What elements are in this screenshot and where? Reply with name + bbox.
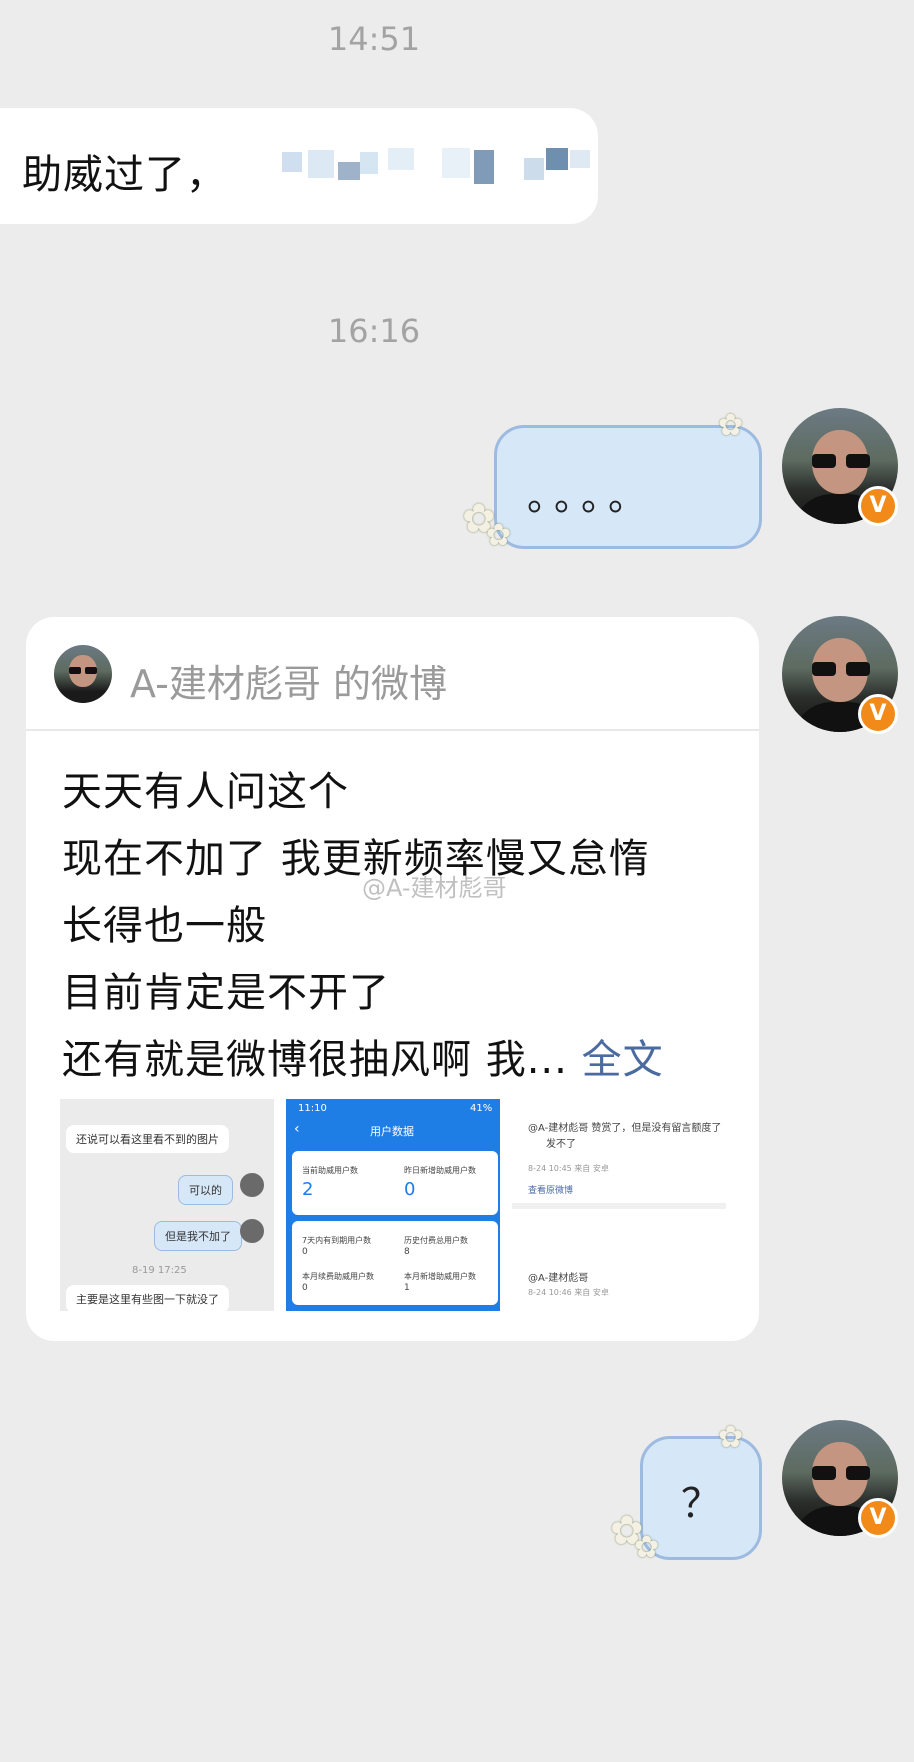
mini-label: 7天内有到期用户数 xyxy=(302,1236,372,1245)
mini-status-time: 11:10 xyxy=(298,1103,327,1114)
post-line: 目前肯定是不开了 xyxy=(62,970,390,1016)
verified-badge: V xyxy=(858,1498,898,1538)
sent-message-bubble[interactable]: 。。。。 xyxy=(494,425,762,549)
mini-link: 查看原微博 xyxy=(528,1186,574,1196)
mini-value: 0 xyxy=(302,1247,308,1257)
post-line: 还有就是微博很抽风啊 我... xyxy=(62,1037,568,1083)
post-line: 现在不加了 我更新频率慢又怠惰 xyxy=(62,836,650,882)
mini-bubble: 主要是这里有些图一下就没了 xyxy=(66,1285,229,1311)
card-header: A-建材彪哥 的微博 xyxy=(26,617,759,731)
mini-label: 本月续费助威用户数 xyxy=(302,1272,374,1281)
mini-bubble: 还说可以看这里看不到的图片 xyxy=(66,1125,229,1153)
post-image-user-data[interactable]: 11:10 41% ‹ 用户数据 当前助威用户数 2 昨日新增助威用户数 0 7… xyxy=(286,1099,500,1311)
mini-time: 8-24 10:46 来自 安卓 xyxy=(528,1288,609,1297)
mini-label: 当前助威用户数 xyxy=(302,1166,358,1175)
verified-badge: V xyxy=(858,486,898,526)
flower-sticker-icon: ✿ xyxy=(718,1420,744,1455)
mini-back-icon: ‹ xyxy=(294,1121,300,1137)
flower-sticker-icon: ✿ xyxy=(486,518,512,553)
mini-time: 8-24 10:45 来自 安卓 xyxy=(528,1164,609,1173)
post-line: 长得也一般 xyxy=(62,903,267,949)
mini-value: 8 xyxy=(404,1247,410,1257)
mini-comment: 发不了 xyxy=(546,1139,576,1150)
mini-data-card: 当前助威用户数 2 昨日新增助威用户数 0 xyxy=(292,1151,498,1215)
mini-label: 本月新增助威用户数 xyxy=(404,1272,476,1281)
message-text: ？ xyxy=(681,1481,721,1527)
flower-sticker-icon: ✿ xyxy=(634,1530,660,1565)
mini-value: 2 xyxy=(302,1179,314,1200)
mini-value: 0 xyxy=(302,1283,308,1293)
mini-label: 昨日新增助威用户数 xyxy=(404,1166,476,1175)
author-avatar xyxy=(54,645,112,703)
mini-bubble: 但是我不加了 xyxy=(154,1221,242,1251)
mini-value: 0 xyxy=(404,1179,416,1200)
post-image-comments[interactable]: @A-建材彪哥 赞赏了，但是没有留言额度了 发不了 8-24 10:45 来自 … xyxy=(512,1099,726,1311)
post-line-last: 还有就是微博很抽风啊 我... 全文 xyxy=(62,1027,664,1085)
mini-status-battery: 41% xyxy=(470,1103,493,1114)
mini-comment: @A-建材彪哥 xyxy=(528,1273,589,1284)
timestamp: 16:16 xyxy=(327,312,421,350)
mini-label: 历史付费总用户数 xyxy=(404,1236,468,1245)
card-title: A-建材彪哥 的微博 xyxy=(130,662,447,706)
mini-bubble: 可以的 xyxy=(178,1175,233,1205)
flower-sticker-icon: ✿ xyxy=(718,408,744,443)
watermark: @A-建材彪哥 xyxy=(362,874,507,902)
message-text: 。。。。 xyxy=(527,475,655,519)
mini-value: 1 xyxy=(404,1283,410,1293)
full-text-link[interactable]: 全文 xyxy=(582,1037,664,1083)
mini-avatar xyxy=(240,1173,264,1197)
received-message-bubble[interactable]: 助威过了， xyxy=(0,108,598,224)
post-image-chat[interactable]: 还说可以看这里看不到的图片 可以的 但是我不加了 8-19 17:25 主要是这… xyxy=(60,1099,274,1311)
verified-badge: V xyxy=(858,694,898,734)
mini-divider xyxy=(512,1203,726,1209)
message-text: 助威过了， xyxy=(22,152,227,198)
post-line: 天天有人问这个 xyxy=(62,769,349,815)
timestamp: 14:51 xyxy=(327,20,421,58)
mini-time: 8-19 17:25 xyxy=(132,1265,187,1276)
mini-comment: @A-建材彪哥 赞赏了，但是没有留言额度了 xyxy=(528,1123,722,1134)
shared-weibo-card[interactable]: A-建材彪哥 的微博 天天有人问这个 现在不加了 我更新频率慢又怠惰 长得也一般… xyxy=(26,617,759,1341)
mini-avatar xyxy=(240,1219,264,1243)
mini-data-card: 7天内有到期用户数 0 历史付费总用户数 8 本月续费助威用户数 0 本月新增助… xyxy=(292,1221,498,1305)
mini-title: 用户数据 xyxy=(370,1125,414,1138)
